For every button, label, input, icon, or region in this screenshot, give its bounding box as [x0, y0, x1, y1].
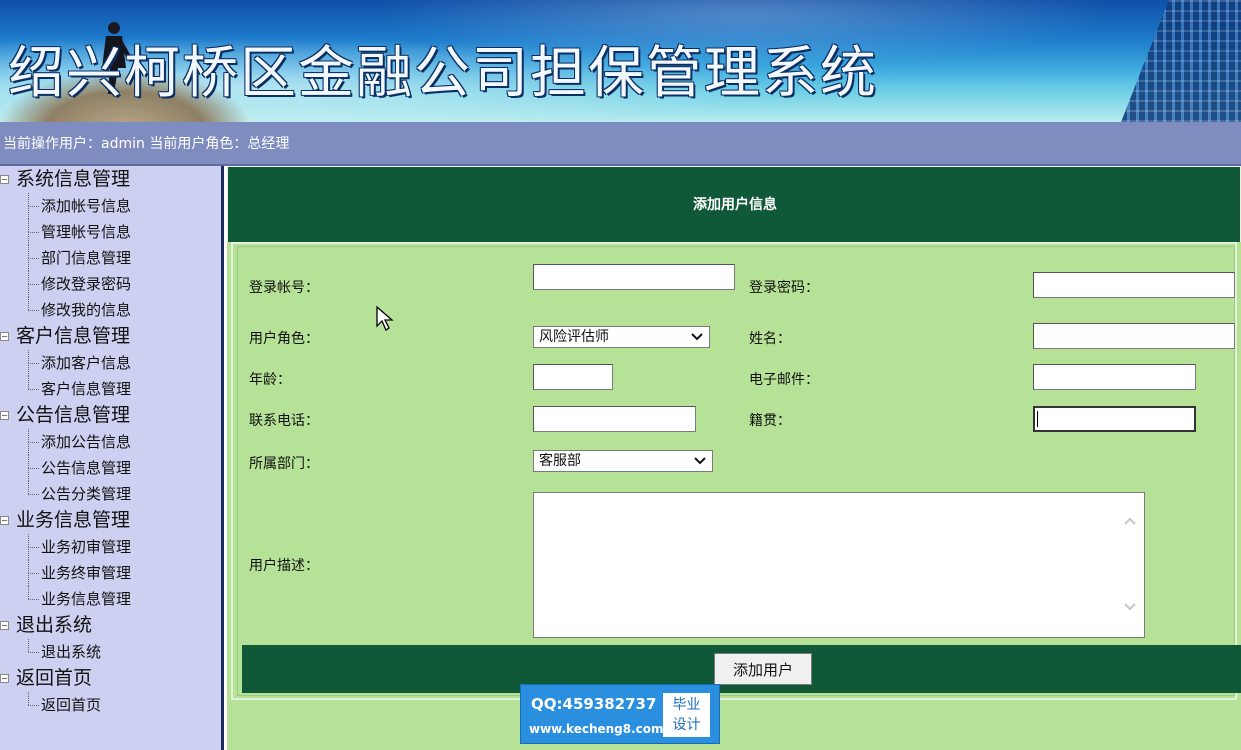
sidebar-item-manage-customer[interactable]: 客户信息管理: [0, 376, 221, 402]
tree-group-title-business[interactable]: − 业务信息管理: [0, 507, 221, 534]
watermark-badge: QQ:459382737 www.kecheng8.com 毕业 设计: [520, 684, 720, 744]
account-label: 登录帐号：: [249, 280, 319, 296]
collapse-icon[interactable]: −: [0, 621, 9, 630]
sidebar-item-change-password[interactable]: 修改登录密码: [0, 271, 221, 297]
sidebar-item-label[interactable]: 公告信息管理: [41, 459, 131, 477]
sidebar-item-label[interactable]: 管理帐号信息: [41, 223, 131, 241]
sidebar-item-label[interactable]: 公告分类管理: [41, 485, 131, 503]
role-select-value: 风险评估师: [539, 329, 609, 345]
tree-group-title-notice[interactable]: − 公告信息管理: [0, 402, 221, 429]
sidebar-item-home[interactable]: 返回首页: [0, 692, 221, 718]
sidebar-item-department[interactable]: 部门信息管理: [0, 245, 221, 271]
department-select-value: 客服部: [539, 453, 581, 469]
tree-group-home: − 返回首页 返回首页: [0, 665, 221, 718]
sidebar-item-add-notice[interactable]: 添加公告信息: [0, 429, 221, 455]
tree-group-notice: − 公告信息管理 添加公告信息 公告信息管理 公告分类管理: [0, 402, 221, 507]
phone-label: 联系电话：: [249, 413, 319, 429]
tree-group-title-customer[interactable]: − 客户信息管理: [0, 323, 221, 350]
phone-input[interactable]: [533, 406, 696, 432]
sidebar-item-logout[interactable]: 退出系统: [0, 639, 221, 665]
scroll-up-icon[interactable]: [1122, 515, 1138, 527]
role-select[interactable]: 风险评估师: [533, 326, 710, 348]
form-title: 添加用户信息: [693, 197, 777, 213]
collapse-icon[interactable]: −: [0, 516, 9, 525]
sidebar-item-final-review[interactable]: 业务终审管理: [0, 560, 221, 586]
watermark-tag: 毕业 设计: [663, 693, 710, 737]
collapse-icon[interactable]: −: [0, 411, 9, 420]
sidebar-item-notice-category[interactable]: 公告分类管理: [0, 481, 221, 507]
sidebar-item-add-customer[interactable]: 添加客户信息: [0, 350, 221, 376]
sidebar-item-add-account[interactable]: 添加帐号信息: [0, 193, 221, 219]
chevron-down-icon: [691, 333, 703, 341]
tree-group-title-system[interactable]: − 系统信息管理: [0, 166, 221, 193]
password-label: 登录密码：: [749, 280, 819, 296]
sidebar-item-label[interactable]: 修改我的信息: [41, 301, 131, 319]
tree-group-label: 客户信息管理: [16, 325, 131, 347]
sidebar-item-label[interactable]: 部门信息管理: [41, 249, 131, 267]
account-input[interactable]: [533, 264, 735, 290]
department-label: 所属部门：: [249, 456, 319, 472]
sidebar-item-edit-profile[interactable]: 修改我的信息: [0, 297, 221, 323]
sidebar-item-manage-account[interactable]: 管理帐号信息: [0, 219, 221, 245]
tree-group-label: 业务信息管理: [16, 509, 131, 531]
chevron-down-icon: [694, 457, 706, 465]
sidebar-item-label[interactable]: 修改登录密码: [41, 275, 131, 293]
password-input[interactable]: [1033, 272, 1235, 298]
age-input[interactable]: [533, 364, 613, 390]
age-label: 年龄：: [249, 372, 291, 388]
sidebar-item-label[interactable]: 添加公告信息: [41, 433, 131, 451]
watermark-site: www.kecheng8.com: [529, 722, 664, 736]
email-label: 电子邮件：: [749, 372, 819, 388]
system-title: 绍兴柯桥区金融公司担保管理系统: [8, 41, 878, 106]
department-select[interactable]: 客服部: [533, 450, 713, 472]
collapse-icon[interactable]: −: [0, 332, 9, 341]
watermark-tag-line1: 毕业: [672, 697, 701, 713]
tree-group-title-home[interactable]: − 返回首页: [0, 665, 221, 692]
main-content: 添加用户信息 登录帐号： 登录密码： 用户角色： 风险评估师 姓名： 年龄： 电…: [227, 166, 1241, 750]
mouse-cursor-icon: [376, 306, 394, 331]
sidebar-item-label[interactable]: 业务信息管理: [41, 590, 131, 608]
sidebar-item-label[interactable]: 业务终审管理: [41, 564, 131, 582]
description-textarea[interactable]: [533, 492, 1145, 638]
sidebar-item-label[interactable]: 业务初审管理: [41, 538, 131, 556]
tree-group-label: 退出系统: [16, 614, 93, 636]
sidebar-item-label[interactable]: 客户信息管理: [41, 380, 131, 398]
tree-group-system: − 系统信息管理 添加帐号信息 管理帐号信息 部门信息管理 修改登录密码 修改我…: [0, 166, 221, 323]
text-caret: [1037, 411, 1038, 427]
tree-group-label: 系统信息管理: [16, 168, 131, 190]
current-user-bar: 当前操作用户：admin 当前用户角色：总经理: [0, 122, 1241, 166]
sidebar-item-initial-review[interactable]: 业务初审管理: [0, 534, 221, 560]
sidebar-item-business-info[interactable]: 业务信息管理: [0, 586, 221, 612]
tree-group-label: 返回首页: [16, 667, 93, 689]
tree-group-title-logout[interactable]: − 退出系统: [0, 612, 221, 639]
watermark-qq: QQ:459382737: [531, 695, 657, 713]
header-banner: 绍兴柯桥区金融公司担保管理系统: [0, 0, 1241, 122]
name-input[interactable]: [1033, 323, 1235, 349]
add-user-button[interactable]: 添加用户: [714, 653, 812, 685]
collapse-icon[interactable]: −: [0, 674, 9, 683]
sidebar-nav: − 系统信息管理 添加帐号信息 管理帐号信息 部门信息管理 修改登录密码 修改我…: [0, 166, 224, 750]
tree-group-logout: − 退出系统 退出系统: [0, 612, 221, 665]
description-label: 用户描述：: [249, 558, 319, 574]
tree-group-business: − 业务信息管理 业务初审管理 业务终审管理 业务信息管理: [0, 507, 221, 612]
role-label: 用户角色：: [249, 331, 319, 347]
sidebar-item-label[interactable]: 添加帐号信息: [41, 197, 131, 215]
collapse-icon[interactable]: −: [0, 175, 9, 184]
sidebar-item-label[interactable]: 返回首页: [41, 696, 101, 714]
name-label: 姓名：: [749, 331, 791, 347]
sidebar-item-manage-notice[interactable]: 公告信息管理: [0, 455, 221, 481]
hometown-input[interactable]: [1033, 406, 1196, 432]
tree-group-label: 公告信息管理: [16, 404, 131, 426]
email-input[interactable]: [1033, 364, 1196, 390]
form-header: 添加用户信息: [227, 166, 1241, 242]
sidebar-item-label[interactable]: 退出系统: [41, 643, 101, 661]
scroll-down-icon[interactable]: [1122, 601, 1138, 613]
tree-group-customer: − 客户信息管理 添加客户信息 客户信息管理: [0, 323, 221, 402]
watermark-tag-line2: 设计: [672, 717, 701, 733]
sidebar-item-label[interactable]: 添加客户信息: [41, 354, 131, 372]
hometown-label: 籍贯：: [749, 413, 791, 429]
